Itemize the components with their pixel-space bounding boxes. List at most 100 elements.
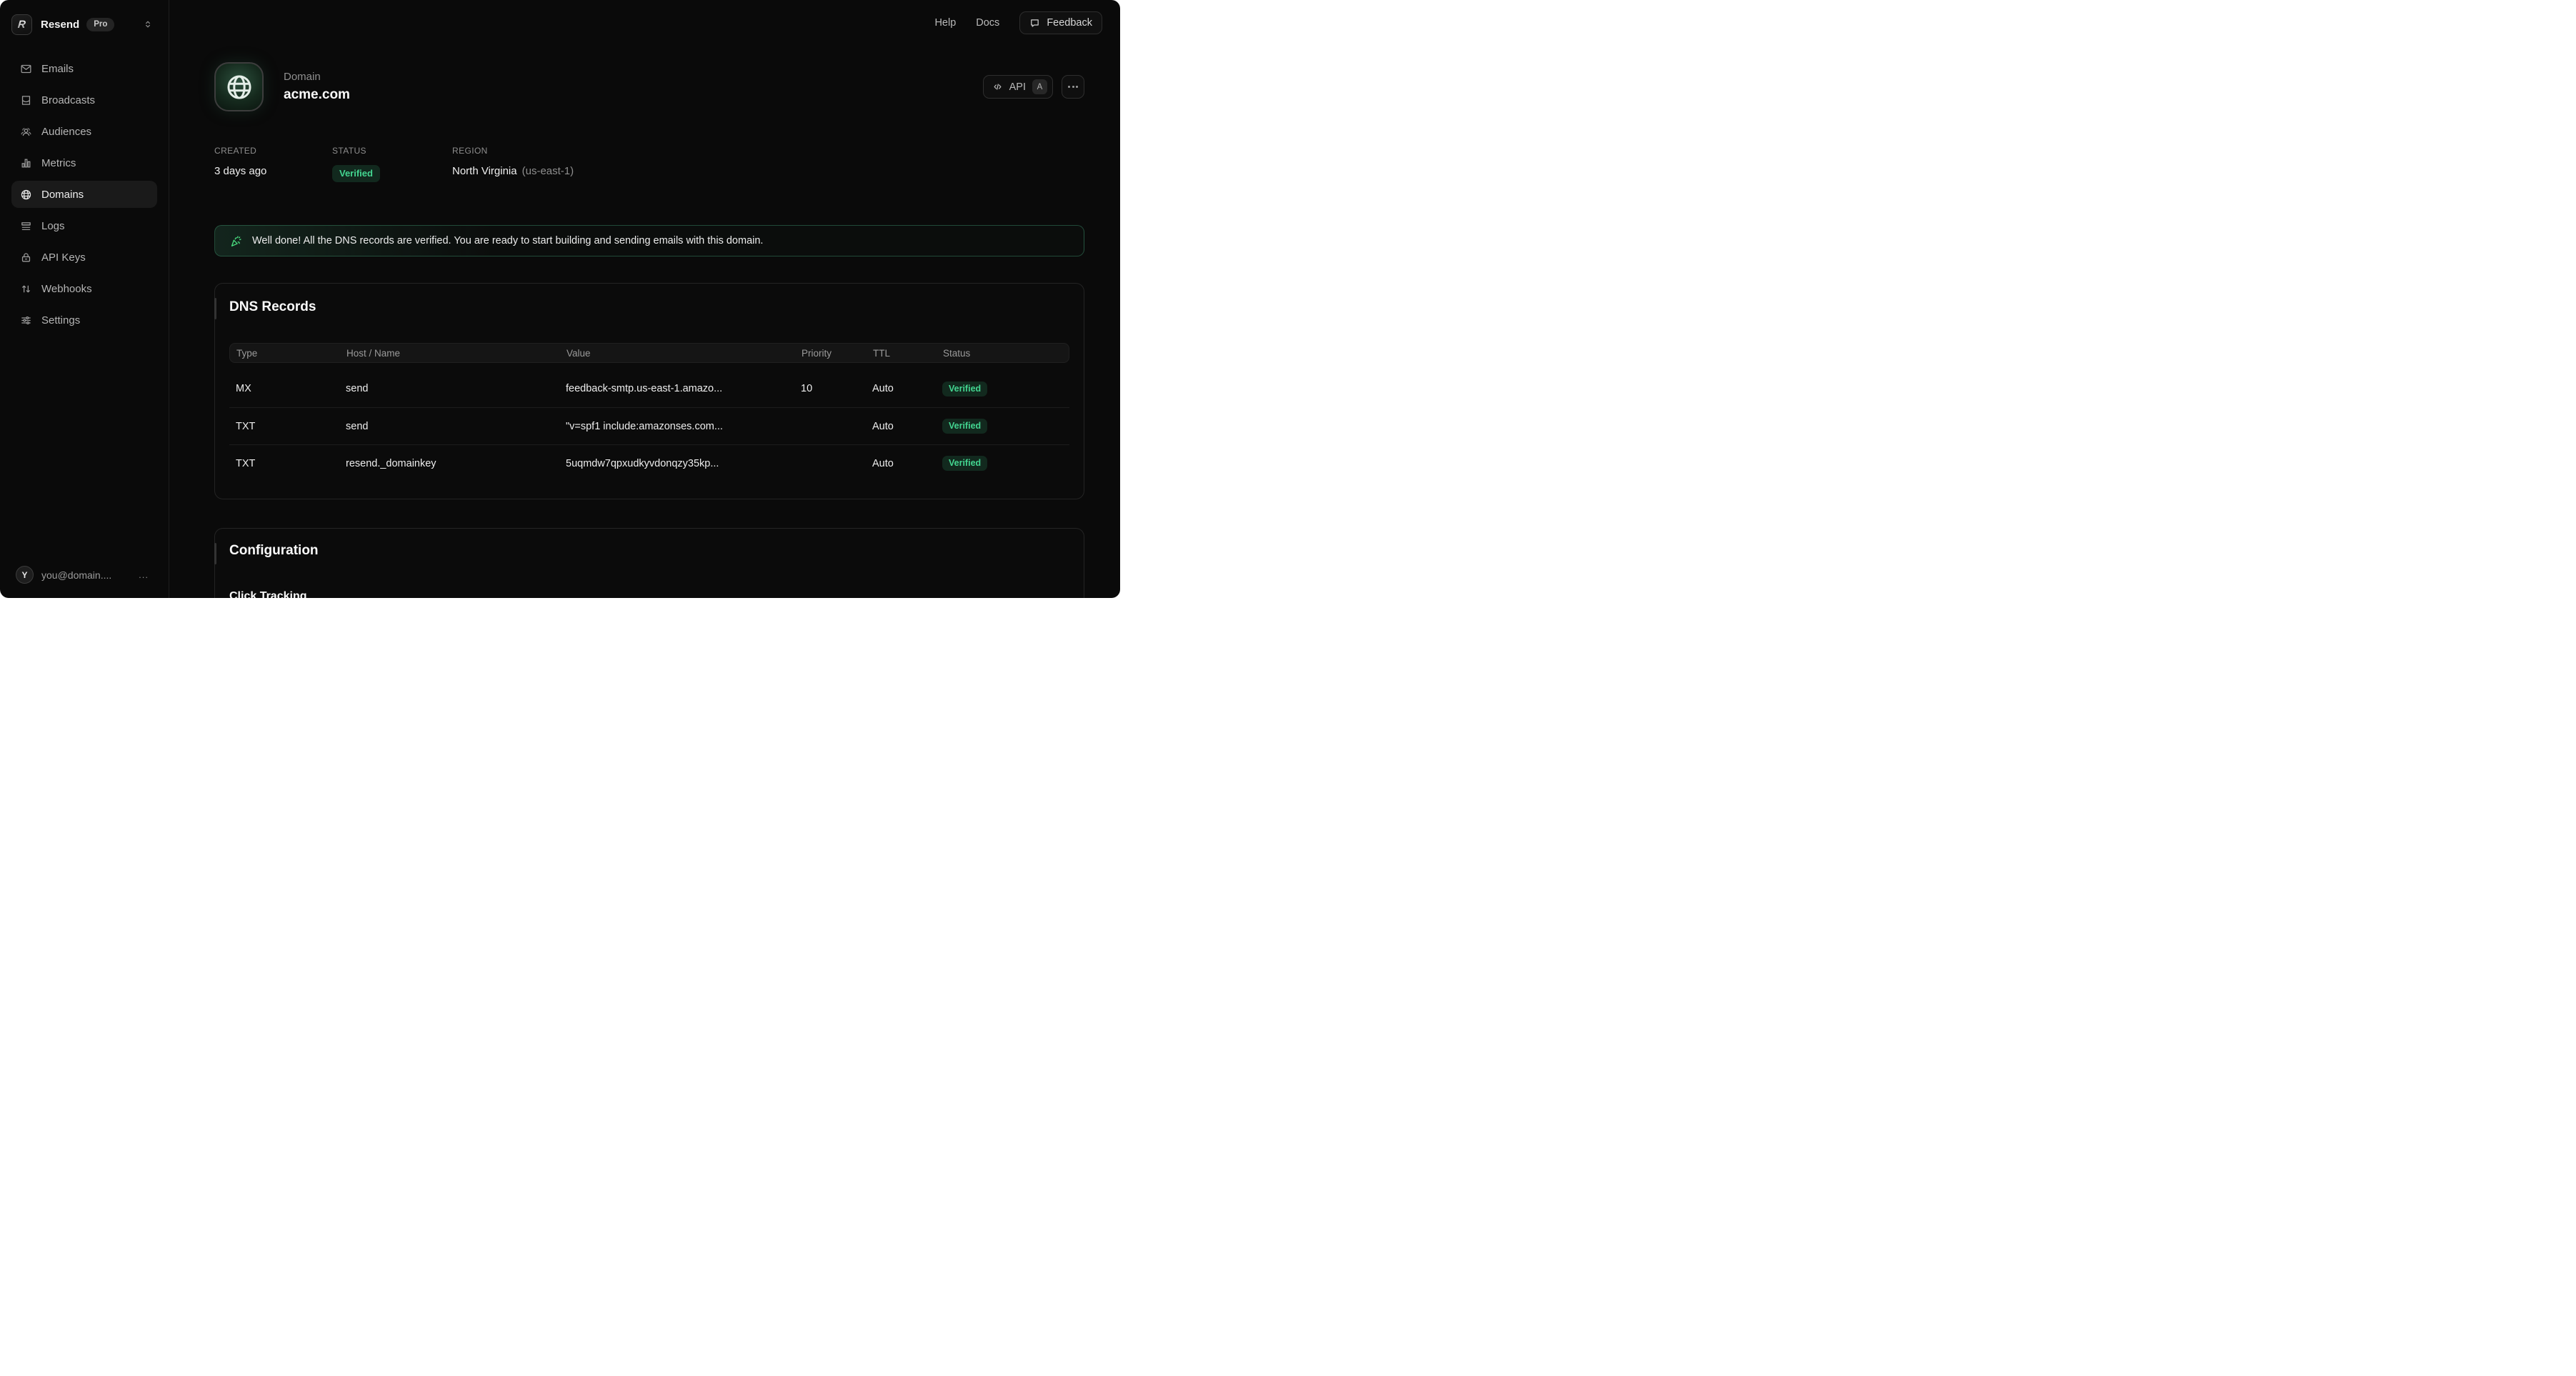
sidebar-item-label: Emails bbox=[41, 63, 74, 75]
region-value: North Virginia bbox=[452, 165, 517, 177]
table-row: TXT resend._domainkey 5uqmdw7qpxudkyvdon… bbox=[229, 444, 1069, 482]
globe-icon bbox=[20, 189, 32, 201]
click-tracking-label: Click Tracking bbox=[229, 590, 1069, 598]
column-header-priority: Priority bbox=[802, 348, 873, 359]
lock-icon bbox=[20, 251, 32, 264]
avatar: Y bbox=[16, 566, 34, 584]
app-window: R Resend Pro Emails Broadcasts bbox=[0, 0, 1120, 598]
dns-table-body: MX send feedback-smtp.us-east-1.amazo...… bbox=[229, 370, 1069, 482]
unfold-icon[interactable] bbox=[143, 19, 153, 29]
users-icon bbox=[20, 126, 32, 138]
sidebar-item-label: Metrics bbox=[41, 157, 76, 169]
cell-host: send bbox=[346, 421, 566, 432]
column-header-status: Status bbox=[943, 348, 1069, 359]
arrows-up-down-icon bbox=[20, 283, 32, 295]
docs-link[interactable]: Docs bbox=[976, 17, 999, 29]
cell-value: 5uqmdw7qpxudkyvdonqzy35kp... bbox=[566, 458, 801, 469]
cell-ttl: Auto bbox=[872, 458, 942, 469]
sidebar-nav: Emails Broadcasts Audiences Metrics bbox=[11, 55, 157, 334]
domain-header: Domain acme.com API A bbox=[214, 62, 1084, 111]
cell-ttl: Auto bbox=[872, 421, 942, 432]
region-label: REGION bbox=[452, 146, 574, 156]
plan-badge: Pro bbox=[86, 18, 114, 31]
status-badge: Verified bbox=[942, 456, 987, 471]
user-email: you@domain.... bbox=[41, 569, 111, 581]
cell-type: MX bbox=[236, 383, 346, 394]
cell-value: "v=spf1 include:amazonses.com... bbox=[566, 421, 801, 432]
sidebar-item-broadcasts[interactable]: Broadcasts bbox=[11, 86, 157, 114]
region-code: (us-east-1) bbox=[522, 165, 574, 177]
party-popper-icon bbox=[229, 234, 243, 248]
configuration-card: Configuration Click Tracking bbox=[214, 528, 1084, 598]
feedback-button[interactable]: Feedback bbox=[1019, 11, 1102, 34]
code-icon bbox=[992, 81, 1003, 92]
cell-value: feedback-smtp.us-east-1.amazo... bbox=[566, 383, 801, 394]
verified-banner: Well done! All the DNS records are verif… bbox=[214, 225, 1084, 256]
broadcast-icon bbox=[20, 94, 32, 106]
cell-priority: 10 bbox=[801, 383, 872, 394]
card-accent-bar bbox=[214, 543, 216, 564]
bar-chart-icon bbox=[20, 157, 32, 169]
dns-records-card: DNS Records Type Host / Name Value Prior… bbox=[214, 283, 1084, 499]
status-badge: Verified bbox=[942, 382, 987, 397]
user-menu[interactable]: Y you@domain.... ... bbox=[11, 566, 157, 584]
banner-message: Well done! All the DNS records are verif… bbox=[252, 235, 763, 246]
sidebar-item-metrics[interactable]: Metrics bbox=[11, 149, 157, 176]
domain-globe-icon bbox=[214, 62, 264, 111]
dns-table-header: Type Host / Name Value Priority TTL Stat… bbox=[229, 343, 1069, 363]
sidebar-item-domains[interactable]: Domains bbox=[11, 181, 157, 208]
workspace-switcher[interactable]: R Resend Pro bbox=[11, 13, 157, 36]
status-label: STATUS bbox=[332, 146, 452, 156]
page-title: acme.com bbox=[284, 87, 350, 103]
sidebar: R Resend Pro Emails Broadcasts bbox=[0, 0, 169, 598]
cell-type: TXT bbox=[236, 458, 346, 469]
top-navigation: Help Docs Feedback bbox=[934, 0, 1120, 46]
sidebar-item-webhooks[interactable]: Webhooks bbox=[11, 275, 157, 302]
sidebar-item-label: Broadcasts bbox=[41, 94, 95, 106]
created-value: 3 days ago bbox=[214, 165, 332, 177]
workspace-name: Resend bbox=[41, 19, 79, 31]
cell-host: resend._domainkey bbox=[346, 458, 566, 469]
card-accent-bar bbox=[214, 298, 216, 319]
sidebar-item-label: Domains bbox=[41, 189, 84, 201]
sidebar-item-emails[interactable]: Emails bbox=[11, 55, 157, 82]
cell-host: send bbox=[346, 383, 566, 394]
sidebar-item-label: API Keys bbox=[41, 251, 86, 264]
sidebar-item-audiences[interactable]: Audiences bbox=[11, 118, 157, 145]
sidebar-item-label: Audiences bbox=[41, 126, 91, 138]
main-content: Help Docs Feedback Domain acme.com bbox=[169, 0, 1120, 598]
table-row: MX send feedback-smtp.us-east-1.amazo...… bbox=[229, 370, 1069, 407]
logs-icon bbox=[20, 220, 32, 232]
sidebar-item-label: Settings bbox=[41, 314, 80, 326]
status-badge: Verified bbox=[332, 165, 380, 182]
resend-logo-letter: R bbox=[17, 19, 26, 31]
column-header-type: Type bbox=[236, 348, 346, 359]
status-badge: Verified bbox=[942, 419, 987, 434]
cell-type: TXT bbox=[236, 421, 346, 432]
domain-eyebrow: Domain bbox=[284, 71, 350, 83]
api-button-label: API bbox=[1009, 81, 1026, 93]
sidebar-item-label: Logs bbox=[41, 220, 65, 232]
dns-records-title: DNS Records bbox=[229, 299, 1069, 315]
configuration-title: Configuration bbox=[229, 543, 1069, 559]
email-icon bbox=[20, 63, 32, 75]
sidebar-item-settings[interactable]: Settings bbox=[11, 306, 157, 334]
ellipsis-icon bbox=[1068, 86, 1070, 88]
cell-ttl: Auto bbox=[872, 383, 942, 394]
user-more-icon[interactable]: ... bbox=[139, 569, 149, 580]
api-shortcut-key: A bbox=[1032, 79, 1047, 94]
sidebar-item-api-keys[interactable]: API Keys bbox=[11, 244, 157, 271]
sidebar-item-logs[interactable]: Logs bbox=[11, 212, 157, 239]
more-options-button[interactable] bbox=[1062, 75, 1084, 99]
domain-meta: CREATED 3 days ago STATUS Verified REGIO… bbox=[214, 146, 1084, 182]
sliders-icon bbox=[20, 314, 32, 326]
column-header-host: Host / Name bbox=[346, 348, 566, 359]
created-label: CREATED bbox=[214, 146, 332, 156]
sidebar-item-label: Webhooks bbox=[41, 283, 92, 295]
feedback-icon bbox=[1029, 18, 1040, 29]
help-link[interactable]: Help bbox=[934, 17, 956, 29]
resend-logo: R bbox=[11, 14, 32, 35]
table-row: TXT send "v=spf1 include:amazonses.com..… bbox=[229, 407, 1069, 444]
column-header-value: Value bbox=[566, 348, 802, 359]
api-button[interactable]: API A bbox=[983, 75, 1053, 99]
